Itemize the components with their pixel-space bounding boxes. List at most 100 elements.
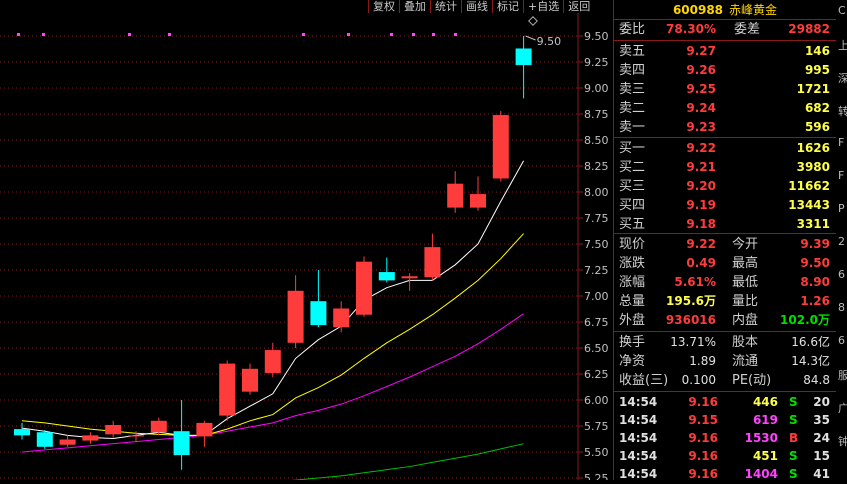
stat-value: 9.39 xyxy=(800,237,830,251)
tick-row[interactable]: 14:54 9.16 1404 S 41 xyxy=(614,465,836,483)
tick-row[interactable]: 14:54 9.16 451 S 15 xyxy=(614,447,836,465)
asks-volume: 146 xyxy=(804,44,830,58)
candle-body[interactable] xyxy=(401,276,418,279)
candle-body[interactable] xyxy=(264,350,281,373)
y-tick-label: 7.75 xyxy=(584,212,609,225)
stat-value: 9.50 xyxy=(800,256,830,270)
divider xyxy=(614,331,836,332)
candle-body[interactable] xyxy=(59,439,76,445)
side-strip-char: 广 xyxy=(838,402,847,415)
side-strip-char: P xyxy=(838,202,845,215)
candle-body[interactable] xyxy=(150,420,167,433)
y-tick-label: 8.50 xyxy=(584,134,609,147)
candle-body[interactable] xyxy=(14,429,30,436)
stat-row: 涨幅 5.61% 最低 8.90 xyxy=(614,273,836,292)
toolbar-button-0[interactable]: 复权 xyxy=(368,0,399,13)
tick-count: 41 xyxy=(813,467,830,481)
divider xyxy=(614,40,836,41)
tick-row[interactable]: 14:54 9.16 1530 B 24 xyxy=(614,429,836,447)
candle-body[interactable] xyxy=(356,261,372,315)
asks-volume: 596 xyxy=(804,120,830,134)
kline-chart[interactable]: 9.50 9.25 9.00 8.75 8.50 8.25 8.00 7.75 7.50 7.25… xyxy=(0,13,612,484)
side-strip-char: 6 xyxy=(838,268,845,281)
y-tick-label: 5.75 xyxy=(584,420,609,433)
fundamental-row: 净资 1.89 流通 14.3亿 xyxy=(614,352,836,371)
fundamental-row: 换手 13.71% 股本 16.6亿 xyxy=(614,333,836,352)
tick-count: 20 xyxy=(813,395,830,409)
y-tick-label: 9.00 xyxy=(584,82,609,95)
candle-body[interactable] xyxy=(378,272,395,281)
chart-toolbar: 复权 叠加 统计 画线 标记 +自选 返回 xyxy=(368,0,594,13)
marker-dot xyxy=(454,33,457,36)
side-strip-char: 2 xyxy=(838,235,845,248)
candle-body[interactable] xyxy=(82,435,99,441)
kline-svg[interactable]: 9.50 9.25 9.00 8.75 8.50 8.25 8.00 7.75 7.50 7.25… xyxy=(0,13,612,484)
tick-row[interactable]: 14:54 9.16 446 S 20 xyxy=(614,393,836,411)
marker-dot xyxy=(412,33,415,36)
y-tick-label: 5.50 xyxy=(584,446,609,459)
candle-body[interactable] xyxy=(287,290,304,343)
asks-row: 卖三 9.25 1721 xyxy=(614,80,836,99)
candle-body[interactable] xyxy=(36,432,53,447)
toolbar-button-2[interactable]: 统计 xyxy=(430,0,461,13)
toolbar-button-3[interactable]: 画线 xyxy=(461,0,492,13)
side-strip-char: 转 xyxy=(838,105,847,118)
candle-body[interactable] xyxy=(105,424,122,435)
marker-dot xyxy=(17,33,20,36)
tick-count: 35 xyxy=(813,413,830,427)
candle-body[interactable] xyxy=(515,48,532,66)
bids-volume: 3980 xyxy=(796,160,830,174)
toolbar-button-1[interactable]: 叠加 xyxy=(399,0,430,13)
toolbar-button-5[interactable]: +自选 xyxy=(523,0,563,13)
stat-row: 涨跌 0.49 最高 9.50 xyxy=(614,254,836,273)
candle-body[interactable] xyxy=(424,247,441,278)
divider xyxy=(614,391,836,392)
divider xyxy=(614,137,836,138)
y-tick-label: 6.50 xyxy=(584,342,609,355)
asks-row: 卖五 9.27 146 xyxy=(614,42,836,61)
candle-body[interactable] xyxy=(447,183,464,208)
asks-row: 卖一 9.23 596 xyxy=(614,118,836,137)
y-tick-label: 6.25 xyxy=(584,368,609,381)
stock-header: 600988 赤峰黄金 xyxy=(614,0,836,19)
toolbar-button-4[interactable]: 标记 xyxy=(492,0,523,13)
y-tick-label: 8.00 xyxy=(584,186,609,199)
side-strip-char: 8 xyxy=(838,301,845,314)
candle-body[interactable] xyxy=(470,194,486,208)
candle-body[interactable] xyxy=(310,301,327,326)
stat-row: 外盘 936016 内盘 102.0万 xyxy=(614,311,836,330)
candle-body[interactable] xyxy=(173,431,190,456)
candle-body[interactable] xyxy=(196,422,213,437)
side-strip-char: 钟 xyxy=(838,435,847,448)
tick-count: 15 xyxy=(813,449,830,463)
marker-dot xyxy=(168,33,171,36)
quote-panel: 600988 赤峰黄金 委比 78.30% 委差 29882 卖五 9.27 146… xyxy=(613,0,836,483)
high-price-label: 9.50 xyxy=(537,35,562,48)
y-tick-label: 8.75 xyxy=(584,108,609,121)
candle-body[interactable] xyxy=(242,368,258,392)
marker-dot xyxy=(128,33,131,36)
side-strip-char: 深 xyxy=(838,72,847,85)
stat-row: 总量 195.6万 量比 1.26 xyxy=(614,292,836,311)
side-strip-char: C xyxy=(838,4,846,17)
candle-body[interactable] xyxy=(128,435,144,437)
fundamental-value: 16.6亿 xyxy=(791,335,830,349)
stat-value: 8.90 xyxy=(800,275,830,289)
candle-body[interactable] xyxy=(492,115,509,179)
stat-value: 1.26 xyxy=(800,294,830,308)
marker-dot xyxy=(302,33,305,36)
candle-body[interactable] xyxy=(219,363,236,416)
y-tick-label: 7.25 xyxy=(584,264,609,277)
bids-row: 买四 9.19 13443 xyxy=(614,196,836,215)
tick-row[interactable]: 14:54 9.15 619 S 35 xyxy=(614,411,836,429)
bids-volume: 1626 xyxy=(796,141,830,155)
y-tick-label: 8.25 xyxy=(584,160,609,173)
fundamental-row: 收益(三) 0.100 PE(动) 84.8 xyxy=(614,371,836,390)
toolbar-button-6[interactable]: 返回 xyxy=(563,0,594,13)
ma10-line xyxy=(21,233,524,436)
weibi-row: 委比 78.30% 委差 29882 xyxy=(614,20,836,39)
asks-volume: 995 xyxy=(804,63,830,77)
candle-body[interactable] xyxy=(333,308,350,328)
stat-row: 现价 9.22 今开 9.39 xyxy=(614,235,836,254)
side-strip-char: F xyxy=(838,169,845,182)
